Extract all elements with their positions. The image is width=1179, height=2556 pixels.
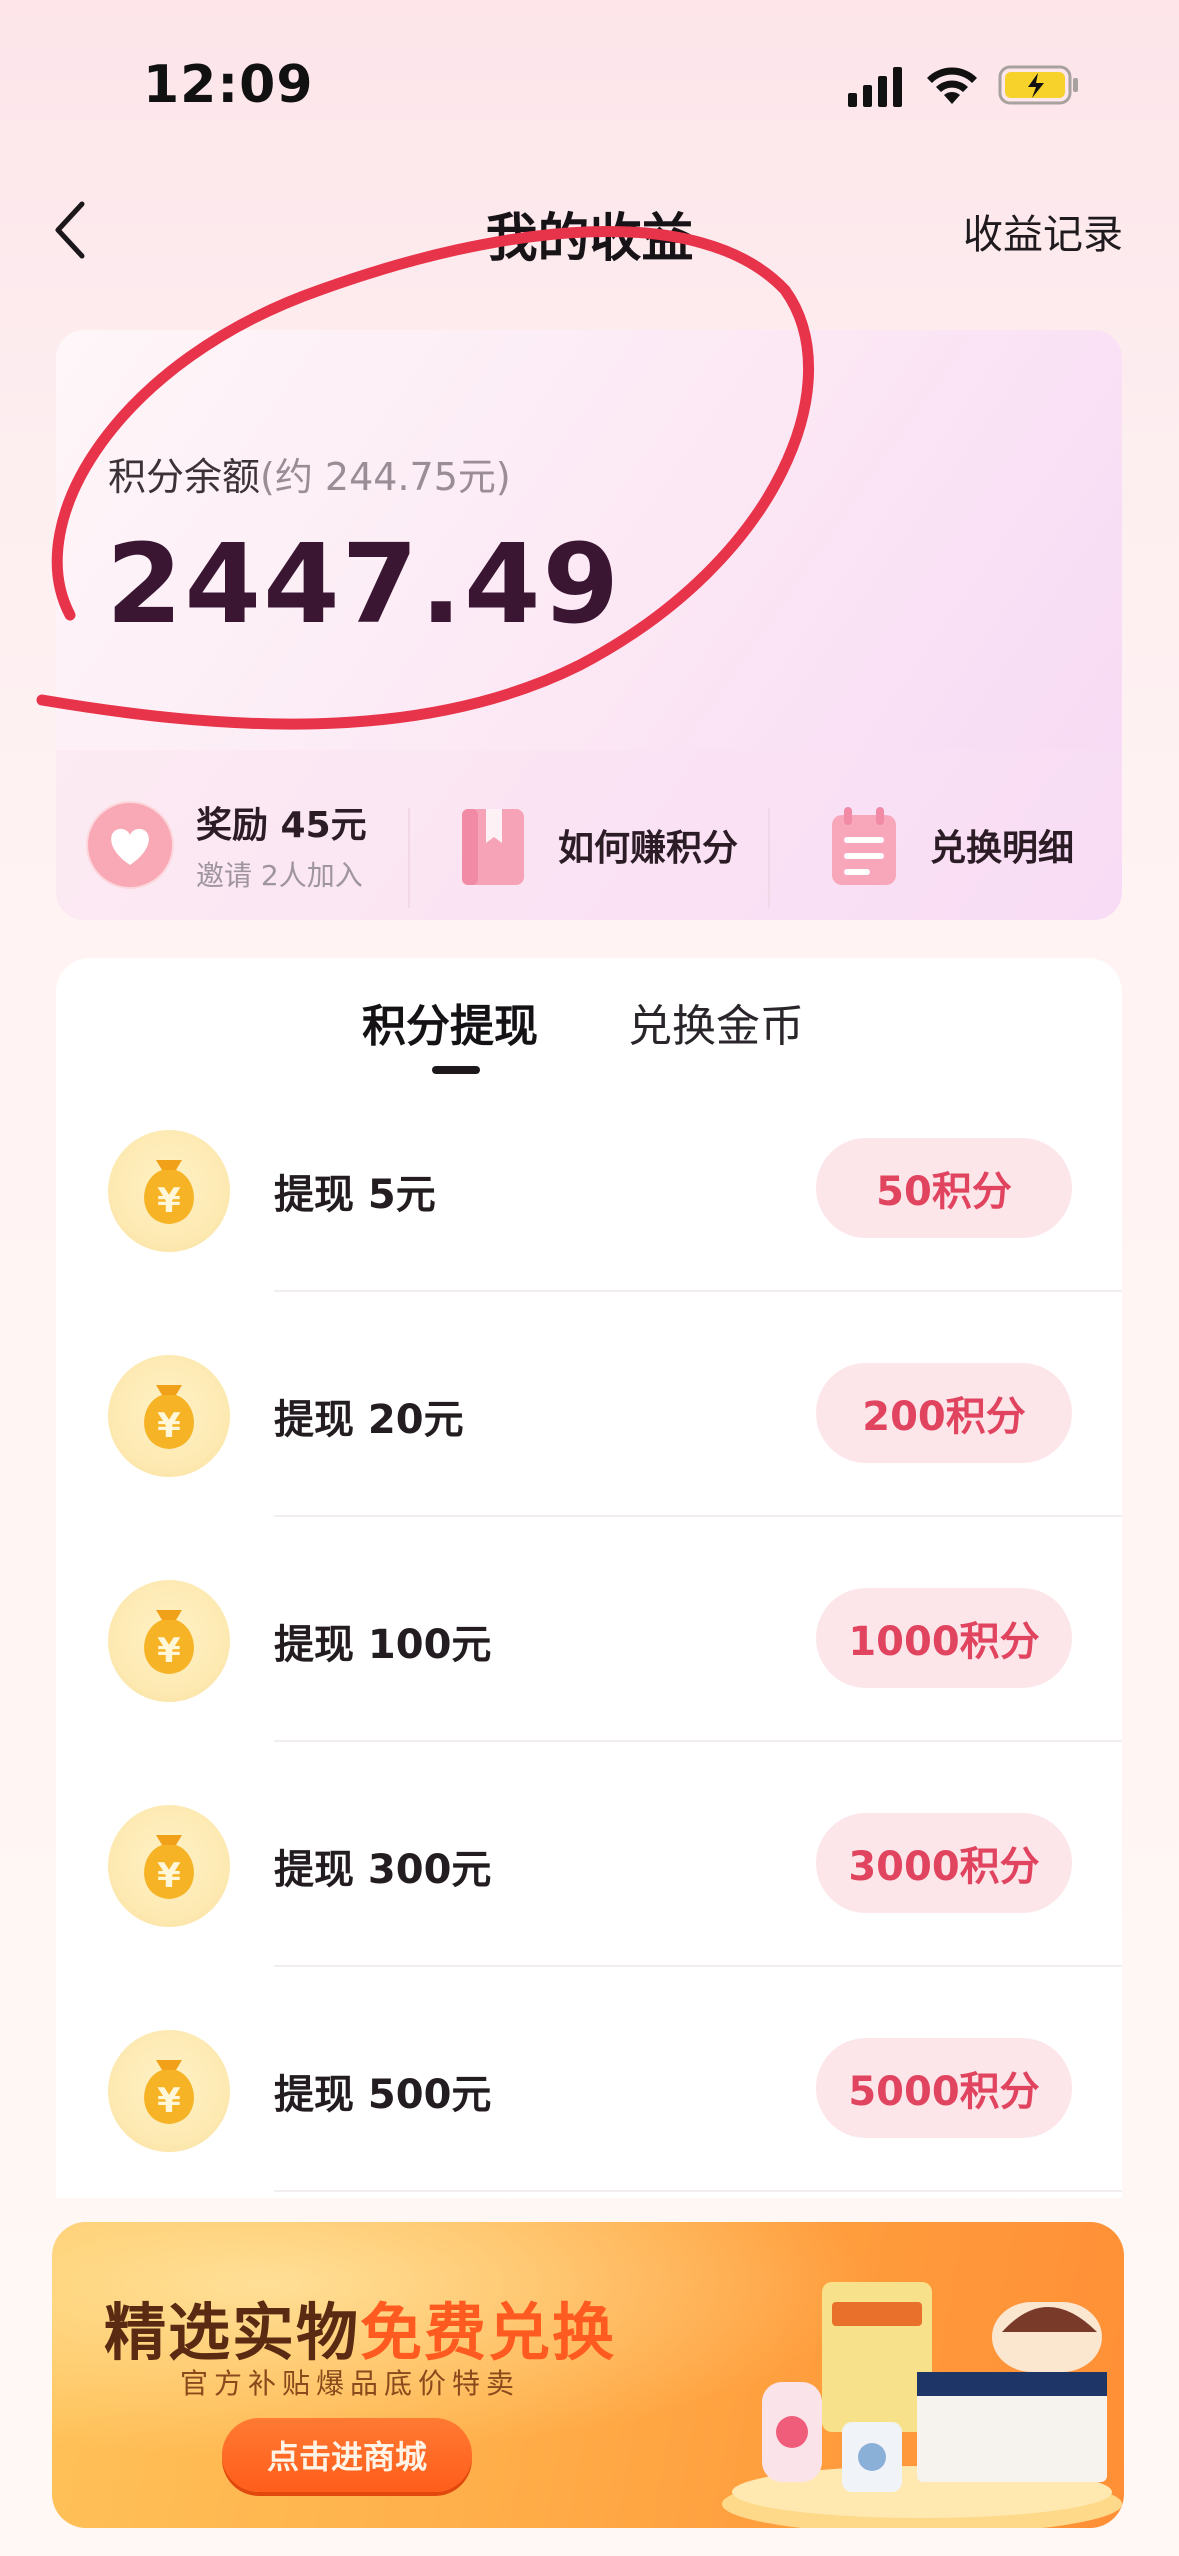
list-item: ¥ 提现 20元 200积分 — [56, 1355, 1122, 1580]
row-divider — [274, 1515, 1122, 1517]
withdraw-amount: 提现 100元 — [274, 1622, 492, 1668]
tabs: 积分提现 兑换金币 — [0, 990, 1179, 1090]
status-bar: 12:09 — [0, 0, 1179, 170]
action-divider — [408, 808, 410, 908]
withdraw-button[interactable]: 1000积分 — [816, 1588, 1072, 1688]
invite-reward-button[interactable]: 奖励 45元 邀请 2人加入 — [86, 770, 416, 920]
money-bag-icon: ¥ — [108, 1355, 230, 1477]
earnings-record-link[interactable]: 收益记录 — [963, 202, 1123, 260]
enter-mall-button[interactable]: 点击进商城 — [222, 2418, 472, 2492]
battery-charging-icon — [998, 65, 1078, 105]
reward-amount: 奖励 45元 — [196, 805, 367, 846]
withdraw-amount: 提现 300元 — [274, 1847, 492, 1893]
banner-title: 精选实物免费兑换 — [104, 2282, 616, 2372]
wifi-icon — [927, 67, 977, 104]
list-item: ¥ 提现 5元 50积分 — [56, 1130, 1122, 1355]
withdraw-button[interactable]: 5000积分 — [816, 2038, 1072, 2138]
svg-text:¥: ¥ — [157, 1181, 181, 1221]
money-bag-icon: ¥ — [108, 1580, 230, 1702]
actions-row: 奖励 45元 邀请 2人加入 如何赚积分 兑换明细 — [56, 770, 1122, 920]
svg-text:¥: ¥ — [157, 2081, 181, 2121]
withdraw-button[interactable]: 200积分 — [816, 1363, 1072, 1463]
how-to-earn-label: 如何赚积分 — [558, 828, 739, 869]
tab-active-indicator — [432, 1066, 480, 1074]
balance-approx: (约 244.75元) — [260, 455, 511, 499]
status-time: 12:09 — [143, 55, 314, 115]
withdraw-button[interactable]: 50积分 — [816, 1138, 1072, 1238]
banner-title-part1: 精选实物 — [104, 2296, 361, 2369]
tab-points-withdraw[interactable]: 积分提现 — [362, 990, 538, 1054]
balance-value: 2447.49 — [106, 520, 622, 648]
book-icon — [448, 801, 536, 889]
row-divider — [274, 1290, 1122, 1292]
reward-invite-note: 邀请 2人加入 — [196, 859, 363, 892]
mall-promo-banner[interactable]: 精选实物免费兑换 官方补贴爆品底价特卖 点击进商城 — [52, 2222, 1124, 2528]
balance-label-text: 积分余额 — [108, 455, 261, 499]
list-item: ¥ 提现 100元 1000积分 — [56, 1580, 1122, 1805]
products-illustration — [722, 2282, 1122, 2528]
exchange-detail-label: 兑换明细 — [930, 828, 1075, 869]
banner-subtitle: 官方补贴爆品底价特卖 — [180, 2367, 521, 2400]
action-divider — [768, 808, 770, 908]
cellular-signal-icon — [848, 67, 902, 107]
notepad-icon — [820, 801, 908, 889]
list-item: ¥ 提现 300元 3000积分 — [56, 1805, 1122, 2030]
money-bag-icon: ¥ — [108, 2030, 230, 2152]
svg-text:¥: ¥ — [157, 1856, 181, 1896]
withdraw-amount: 提现 5元 — [274, 1172, 436, 1218]
tab-exchange-coins[interactable]: 兑换金币 — [628, 990, 804, 1054]
withdraw-amount: 提现 20元 — [274, 1397, 464, 1443]
balance-label: 积分余额(约 244.75元) — [108, 446, 511, 501]
row-divider — [274, 2190, 1122, 2192]
exchange-detail-button[interactable]: 兑换明细 — [820, 770, 1120, 920]
heart-icon — [86, 801, 174, 889]
row-divider — [274, 1740, 1122, 1742]
row-divider — [274, 1965, 1122, 1967]
banner-title-part2: 免费兑换 — [360, 2296, 617, 2369]
svg-text:¥: ¥ — [157, 1406, 181, 1446]
how-to-earn-button[interactable]: 如何赚积分 — [448, 770, 778, 920]
money-bag-icon: ¥ — [108, 1805, 230, 1927]
money-bag-icon: ¥ — [108, 1130, 230, 1252]
svg-text:¥: ¥ — [157, 1631, 181, 1671]
withdraw-amount: 提现 500元 — [274, 2072, 492, 2118]
withdraw-button[interactable]: 3000积分 — [816, 1813, 1072, 1913]
